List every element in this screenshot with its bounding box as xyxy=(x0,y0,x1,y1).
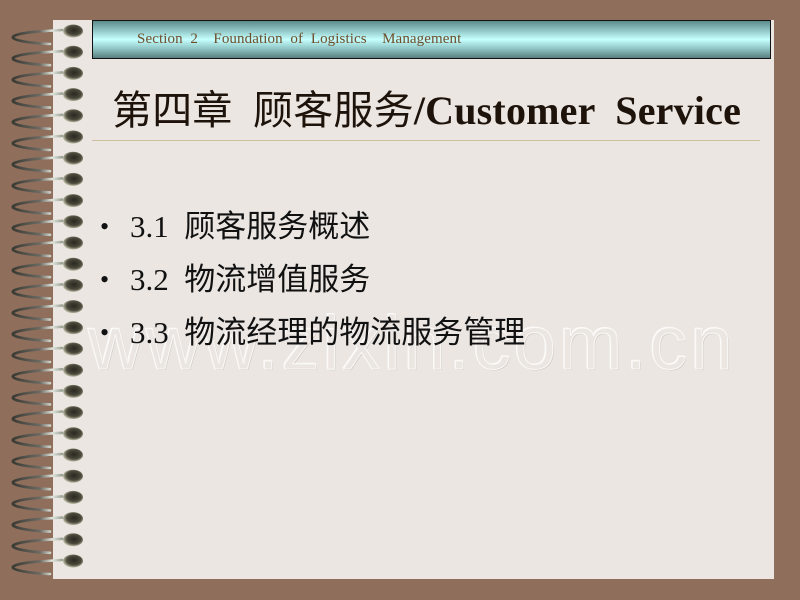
bullet-text: 3.1 顾客服务概述 xyxy=(130,208,371,244)
bullet-text: 3.2 物流增值服务 xyxy=(130,261,371,297)
binding-ring xyxy=(11,427,83,449)
binding-hole xyxy=(63,363,83,377)
section-header-text: Section 2 Foundation of Logistics Manage… xyxy=(137,31,462,47)
binding-ring xyxy=(11,24,83,46)
bullet-text: 3.3 物流经理的物流服务管理 xyxy=(130,314,526,350)
binding-hole xyxy=(63,215,83,229)
binding-ring xyxy=(11,512,83,533)
slide-title-chinese: 第四章 顾客服务 xyxy=(112,88,414,133)
binding-ring xyxy=(11,215,83,237)
binding-ring xyxy=(11,300,83,321)
binding-ring xyxy=(11,363,83,385)
slide-title-english: /Customer Service xyxy=(413,88,742,133)
binding-hole xyxy=(63,384,83,398)
binding-ring xyxy=(11,490,83,512)
binding-hole xyxy=(63,342,83,356)
binding-ring xyxy=(11,448,83,470)
binding-hole xyxy=(63,151,83,165)
binding-hole xyxy=(63,236,83,250)
binding-hole xyxy=(63,66,83,80)
binding-hole xyxy=(63,257,83,271)
binding-hole xyxy=(63,300,83,314)
binding-ring xyxy=(11,554,83,576)
bullet-item: • 3.3 物流经理的物流服务管理 xyxy=(100,306,525,359)
spiral-binding xyxy=(11,24,83,576)
binding-hole xyxy=(63,172,83,186)
binding-ring xyxy=(11,236,83,258)
bullet-marker: • xyxy=(100,264,110,294)
binding-ring xyxy=(11,469,83,491)
binding-hole xyxy=(63,88,83,102)
bullet-item: • 3.1 顾客服务概述 xyxy=(100,200,525,253)
binding-ring xyxy=(11,278,83,300)
section-header-bar: Section 2 Foundation of Logistics Manage… xyxy=(92,20,771,59)
binding-ring xyxy=(11,109,83,131)
binding-ring xyxy=(11,172,83,194)
binding-hole xyxy=(63,278,83,292)
slide-title: 第四章 顾客服务/Customer Service xyxy=(112,78,741,136)
binding-ring xyxy=(11,151,83,173)
binding-ring xyxy=(11,130,83,152)
binding-ring xyxy=(11,194,83,215)
bullet-marker: • xyxy=(100,211,110,241)
bullet-list: • 3.1 顾客服务概述 • 3.2 物流增值服务 • 3.3 物流经理的物流服务管理 xyxy=(100,200,525,359)
binding-hole xyxy=(63,490,83,504)
bullet-marker: • xyxy=(100,317,110,347)
binding-hole xyxy=(63,406,83,420)
binding-hole xyxy=(63,469,83,483)
binding-hole xyxy=(63,533,83,547)
title-divider xyxy=(92,140,760,141)
binding-hole xyxy=(63,321,83,335)
binding-hole xyxy=(63,130,83,144)
binding-hole xyxy=(63,194,83,208)
binding-hole xyxy=(63,512,83,526)
binding-ring xyxy=(11,88,83,109)
binding-hole xyxy=(63,24,83,38)
binding-ring xyxy=(11,321,83,343)
binding-ring xyxy=(11,257,83,279)
binding-hole xyxy=(63,427,83,441)
bullet-item: • 3.2 物流增值服务 xyxy=(100,253,525,306)
binding-ring xyxy=(11,66,83,88)
binding-ring xyxy=(11,533,83,555)
binding-hole xyxy=(63,109,83,123)
binding-ring xyxy=(11,45,83,67)
binding-hole xyxy=(63,448,83,462)
binding-ring xyxy=(11,342,83,364)
binding-ring xyxy=(11,384,83,406)
binding-hole xyxy=(63,554,83,568)
binding-ring xyxy=(11,406,83,427)
binding-hole xyxy=(63,45,83,59)
